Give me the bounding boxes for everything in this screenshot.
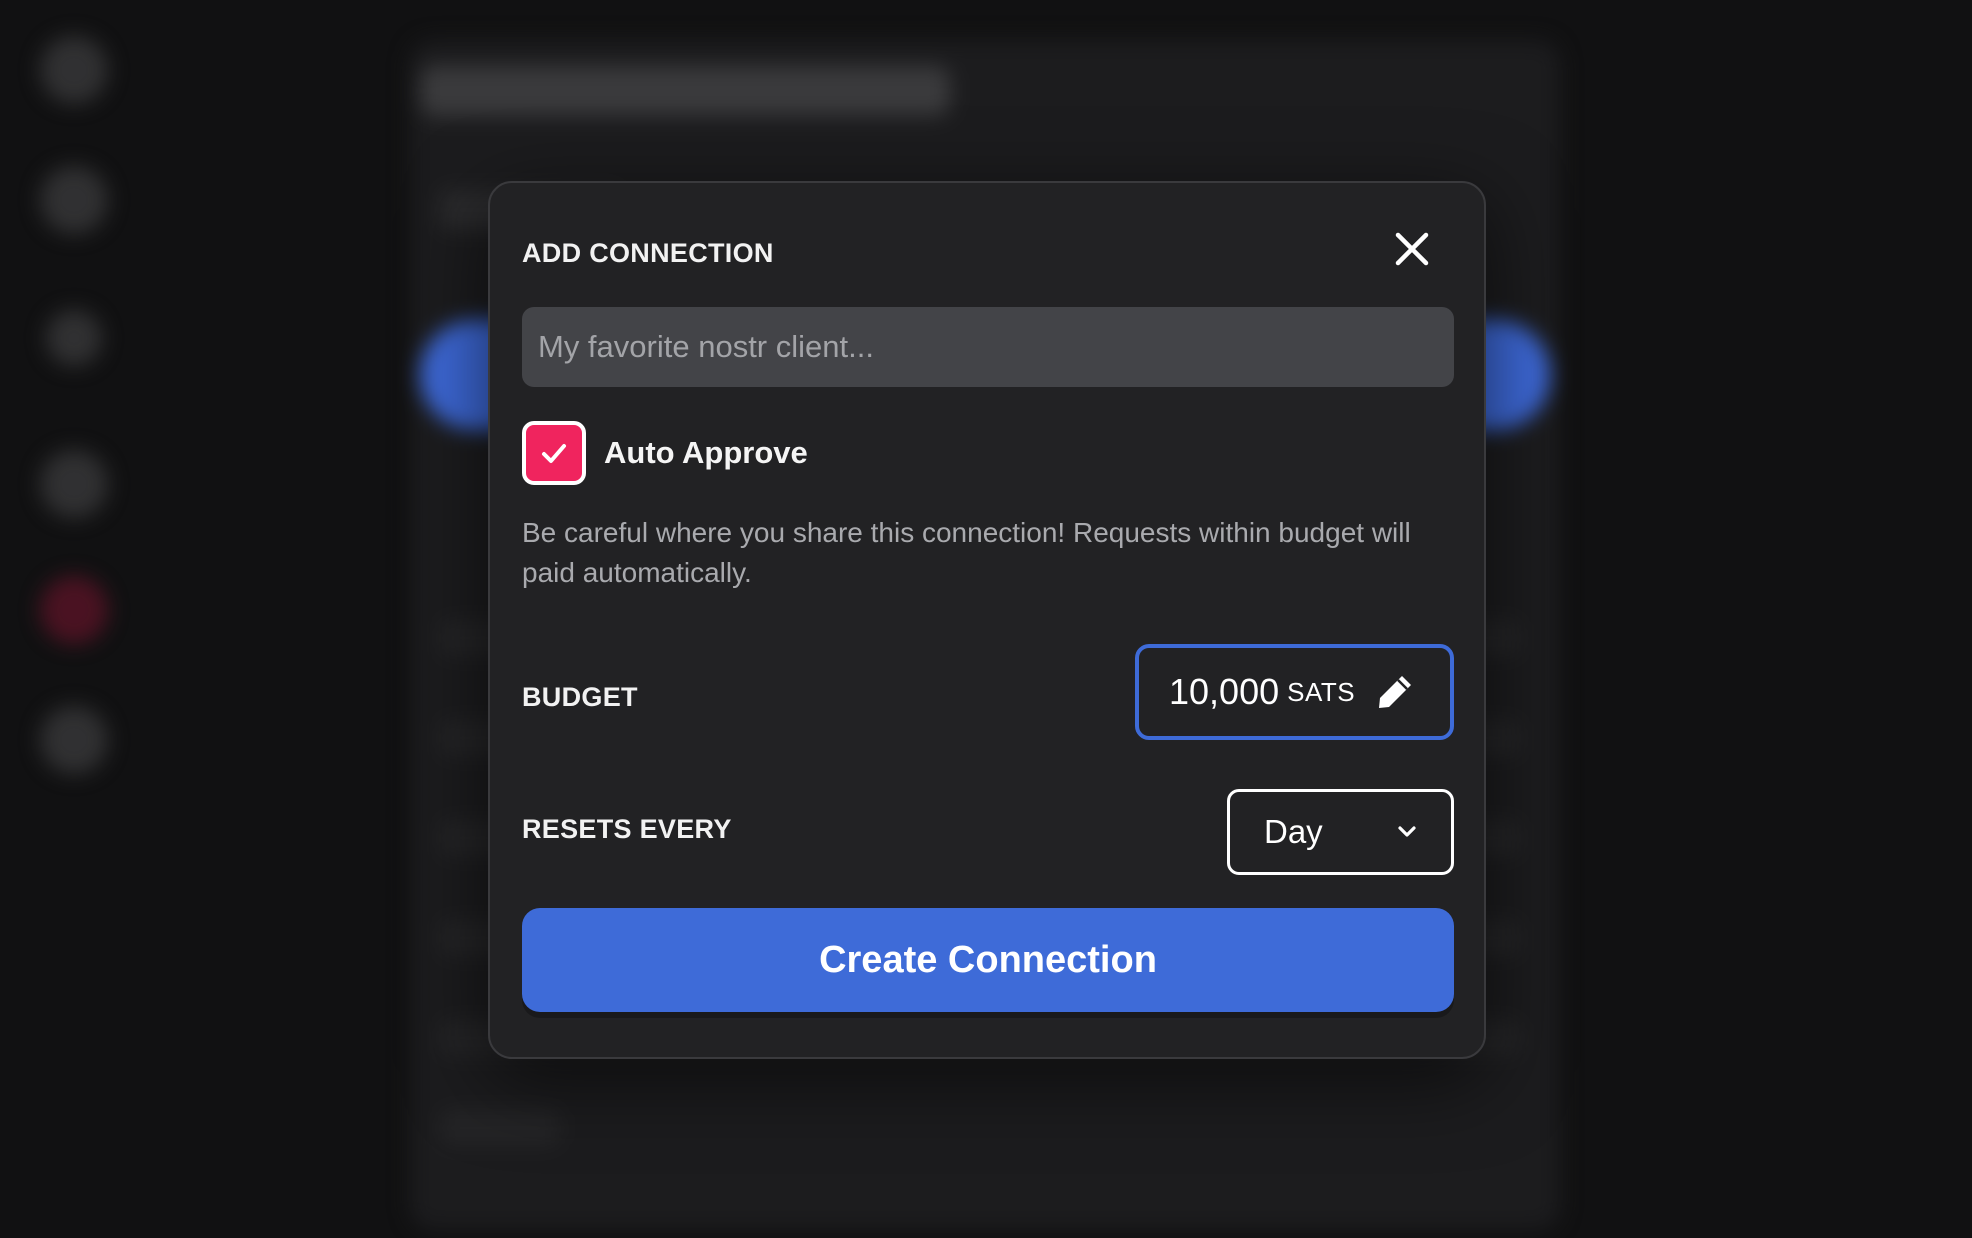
budget-label: BUDGET [522, 682, 638, 712]
add-connection-modal: ADD CONNECTION Auto Approve Be careful w… [488, 181, 1486, 1059]
create-connection-button[interactable]: Create Connection [522, 908, 1454, 1012]
close-button[interactable] [1392, 229, 1432, 269]
background-title [420, 66, 950, 116]
auto-approve-row[interactable]: Auto Approve [522, 420, 808, 486]
auto-approve-checkbox[interactable] [522, 421, 586, 485]
background-row [440, 1110, 560, 1146]
sidebar-icon [40, 36, 108, 104]
chevron-down-icon [1398, 826, 1416, 837]
check-icon [542, 444, 566, 463]
reset-period-select[interactable]: Day [1227, 789, 1454, 875]
pencil-icon [1375, 672, 1415, 712]
connection-name-input[interactable] [522, 307, 1454, 387]
sidebar-icon [40, 576, 108, 644]
budget-field[interactable]: 10,000 SATS [1135, 644, 1454, 740]
warning-text: Be careful where you share this connecti… [522, 517, 1411, 588]
sidebar-icon [40, 706, 108, 774]
modal-title: ADD CONNECTION [522, 238, 774, 268]
budget-unit: SATS [1287, 676, 1356, 707]
budget-value: 10,000 [1169, 671, 1280, 712]
sidebar-icon [40, 450, 108, 518]
sidebar-icon [40, 166, 108, 234]
sidebar-icon [46, 310, 102, 366]
reset-period-value: Day [1264, 813, 1323, 850]
auto-approve-label: Auto Approve [604, 435, 808, 470]
close-icon [1395, 232, 1429, 266]
resets-every-label: RESETS EVERY [522, 814, 732, 844]
